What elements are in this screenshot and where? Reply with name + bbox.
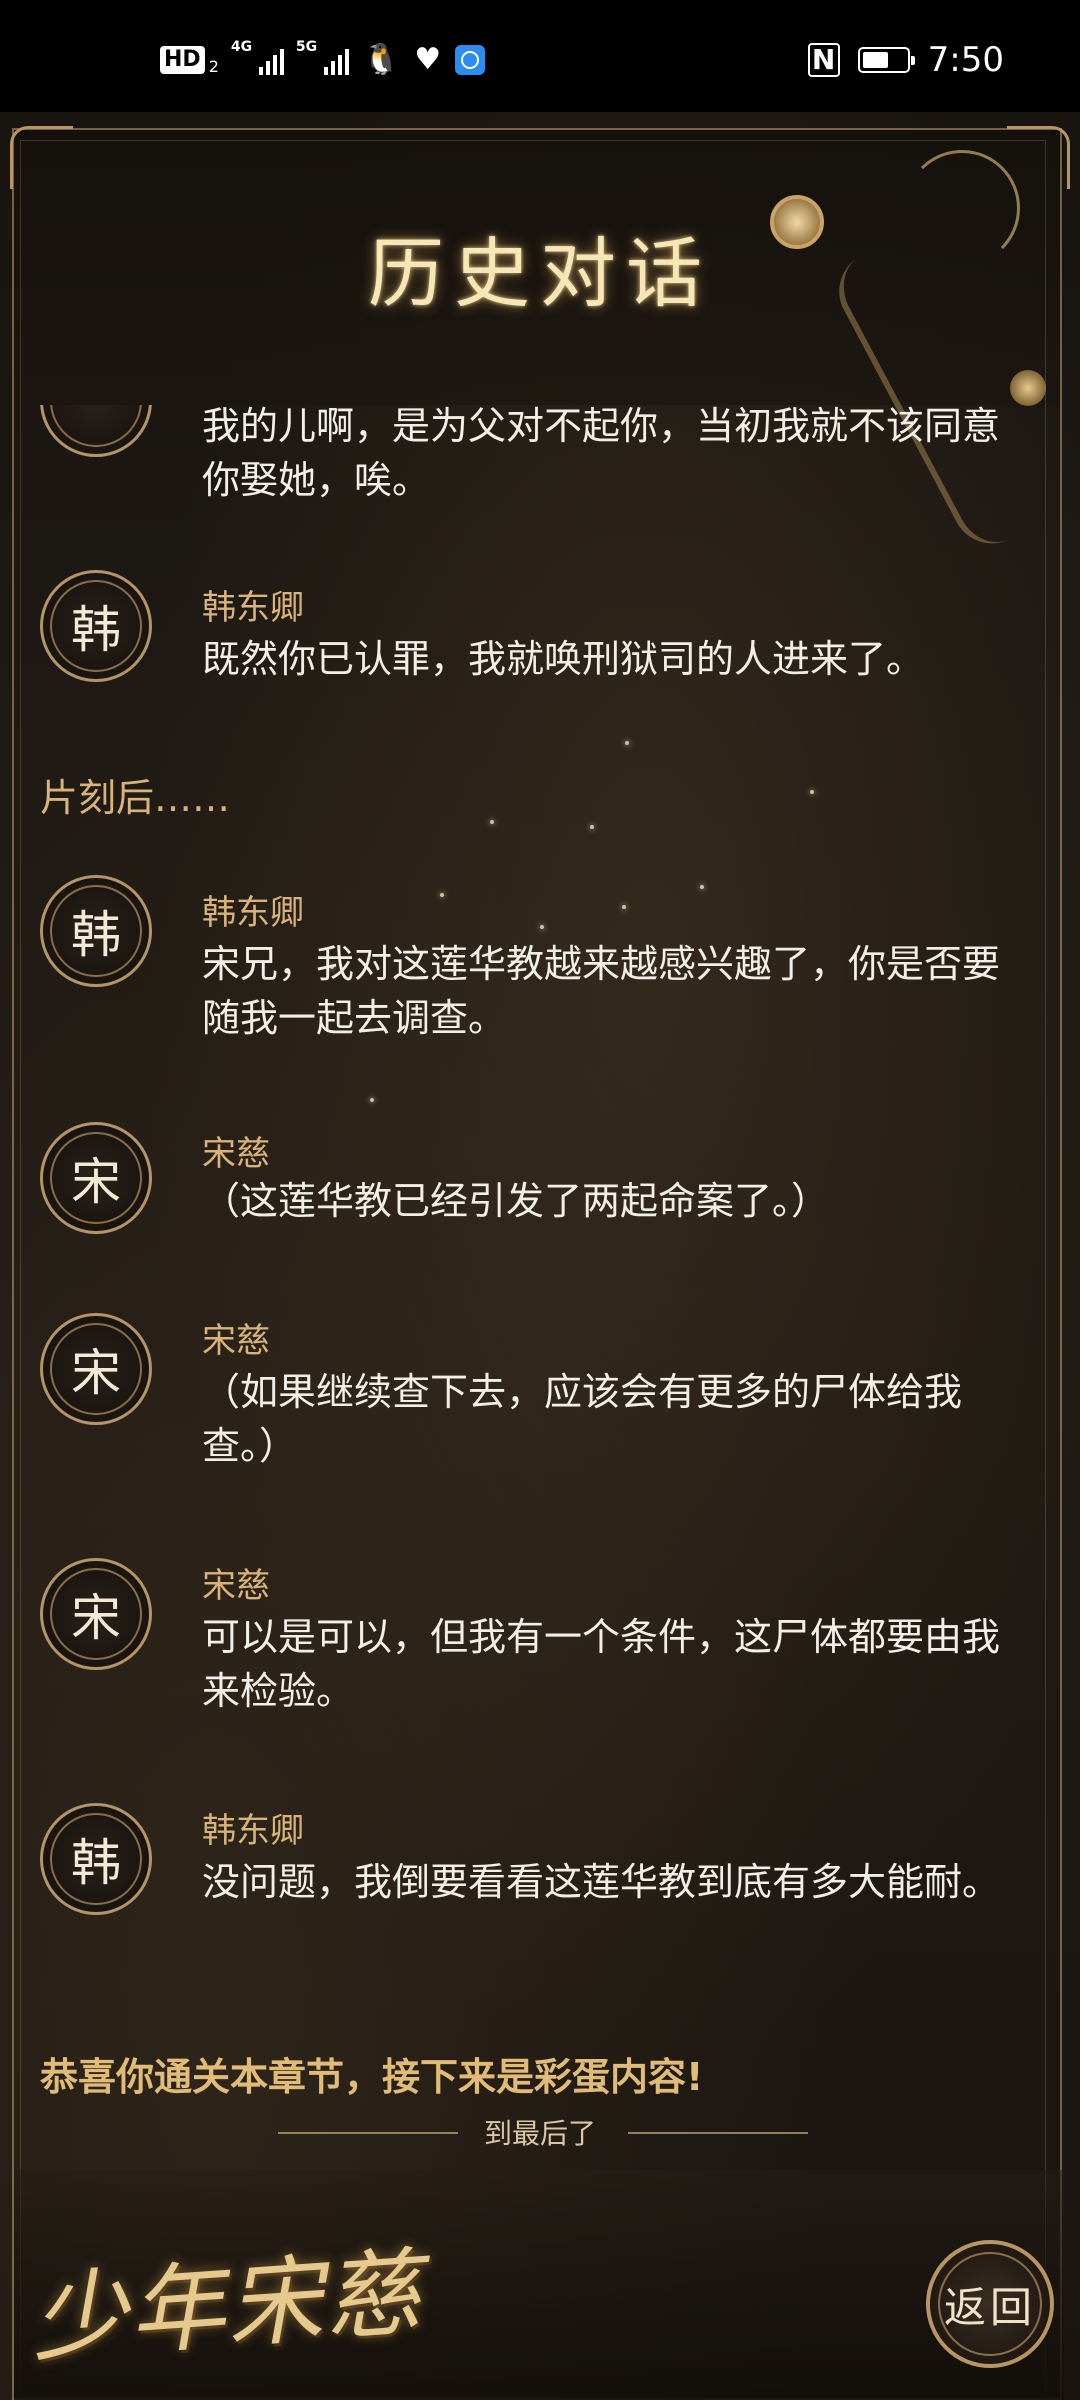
speaker-name: 宋慈 xyxy=(202,1321,270,1361)
nfc-icon: N xyxy=(807,43,840,77)
avatar-initial: 宋 xyxy=(71,1344,121,1402)
status-left: HD 2 4G 5G 🐧 ♥ xyxy=(160,39,486,77)
back-button-label: 返回 xyxy=(943,2282,1036,2332)
status-right: N 7:50 xyxy=(807,40,1004,80)
chapter-complete-message: 恭喜你通关本章节，接下来是彩蛋内容! xyxy=(40,2055,704,2099)
speaker-name: 宋慈 xyxy=(202,1134,270,1174)
speaker-name: 韩东卿 xyxy=(202,588,304,628)
app-screen: HD 2 4G 5G 🐧 ♥ N 7:50 历史对话 我的儿啊，是为父对不起你，… xyxy=(0,0,1080,2400)
speaker-name: 宋慈 xyxy=(202,1566,270,1606)
dialog-text: 我的儿啊，是为父对不起你，当初我就不该同意你娶她，唉。 xyxy=(202,405,1001,502)
browser-icon xyxy=(455,45,486,75)
page-title: 历史对话 xyxy=(368,229,712,318)
battery-icon xyxy=(857,47,915,73)
qq-icon: 🐧 xyxy=(362,42,401,77)
narration-text: 片刻后…… xyxy=(40,776,231,820)
sim-number: 2 xyxy=(208,56,219,76)
divider-right xyxy=(628,2132,808,2134)
avatar-initial: 韩 xyxy=(71,601,121,659)
dialog-text: （如果继续查下去，应该会有更多的尸体给我查。） xyxy=(202,1370,963,1468)
speaker-avatar: 韩 xyxy=(40,1803,152,1915)
dialog-text: 既然你已认罪，我就唤刑狱司的人进来了。 xyxy=(202,637,925,681)
speaker-avatar xyxy=(40,405,152,457)
avatar-initial: 韩 xyxy=(71,906,121,964)
signal-4g-icon: 4G xyxy=(231,39,284,75)
end-of-list-marker: 到最后了 xyxy=(0,2108,1080,2154)
battery-level xyxy=(862,52,888,68)
end-of-list-label: 到最后了 xyxy=(483,2117,596,2150)
hd-voice-icon: HD xyxy=(160,46,205,74)
dialog-text: 可以是可以，但我有一个条件，这尸体都要由我来检验。 xyxy=(202,1615,1001,1713)
avatar-initial: 韩 xyxy=(71,1834,121,1892)
avatar-initial: 宋 xyxy=(71,1153,121,1211)
signal-5g-label: 5G xyxy=(295,39,318,55)
speaker-name: 韩东卿 xyxy=(202,1811,304,1851)
speaker-avatar: 宋 xyxy=(40,1558,152,1670)
heart-pulse-icon: ♥ xyxy=(414,42,442,77)
dialog-history-list[interactable]: 我的儿啊，是为父对不起你，当初我就不该同意你娶她，唉。 韩 韩东卿 既然你已认罪… xyxy=(0,405,1080,2045)
back-button[interactable]: 返回 xyxy=(926,2240,1054,2368)
dialog-text: （这莲华教已经引发了两起命案了。） xyxy=(202,1179,830,1223)
dialog-text: 没问题，我倒要看看这莲华教到底有多大能耐。 xyxy=(202,1860,1001,1904)
flower-ornament-small xyxy=(1010,370,1046,406)
avatar-initial: 宋 xyxy=(71,1589,121,1647)
speaker-avatar: 宋 xyxy=(40,1313,152,1425)
game-logo: 少年宋慈 xyxy=(27,2236,427,2376)
status-bar: HD 2 4G 5G 🐧 ♥ N 7:50 xyxy=(0,0,1080,112)
dialog-text: 宋兄，我对这莲华教越来越感兴趣了，你是否要随我一起去调查。 xyxy=(202,942,1001,1040)
speaker-name: 韩东卿 xyxy=(202,893,304,933)
speaker-avatar: 宋 xyxy=(40,1122,152,1234)
signal-4g-label: 4G xyxy=(230,39,253,55)
signal-5g-icon: 5G xyxy=(296,39,349,75)
speaker-avatar: 韩 xyxy=(40,570,152,682)
clock: 7:50 xyxy=(927,40,1004,80)
speaker-avatar: 韩 xyxy=(40,875,152,987)
